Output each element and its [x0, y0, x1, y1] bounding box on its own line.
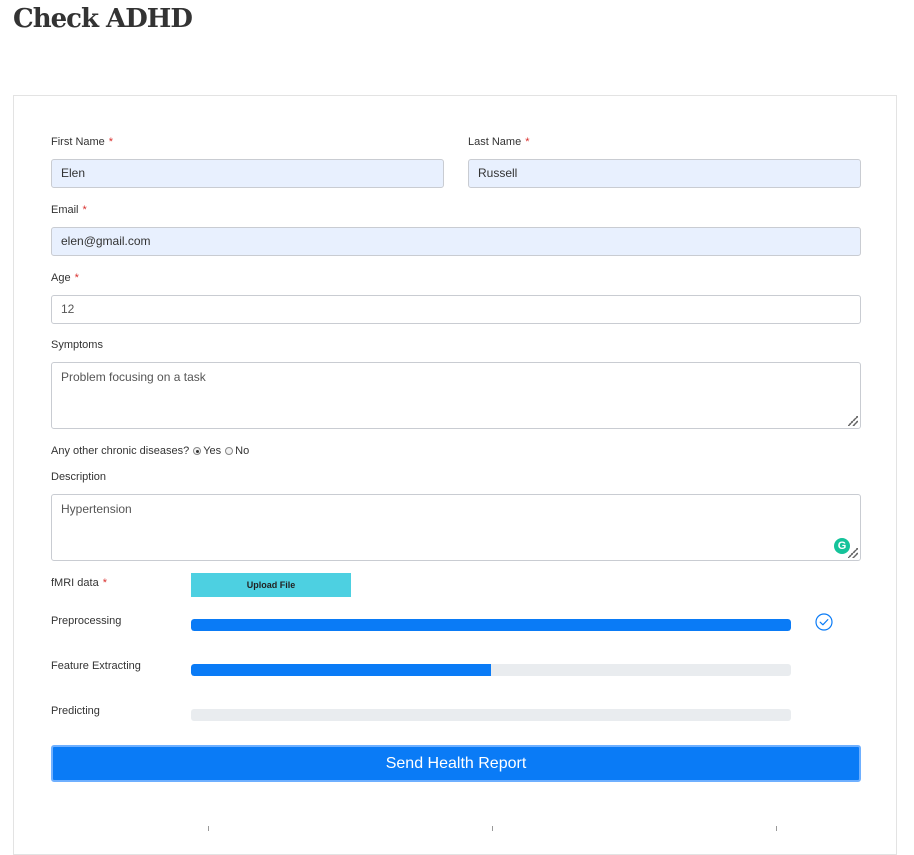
required-mark: * — [102, 577, 107, 589]
symptoms-textarea[interactable]: Problem focusing on a task — [51, 362, 861, 429]
preprocessing-progress-fill — [191, 619, 791, 631]
feature-extracting-progress-bar — [191, 664, 791, 676]
email-input[interactable]: elen@gmail.com — [51, 227, 861, 256]
divider-tick — [208, 826, 209, 831]
last-name-label-text: Last Name — [468, 136, 522, 148]
last-name-input[interactable]: Russell — [468, 159, 861, 188]
description-label: Description — [51, 471, 107, 483]
last-name-label: Last Name * — [468, 136, 529, 148]
fmri-label: fMRI data * — [51, 577, 107, 589]
symptoms-label: Symptoms — [51, 339, 103, 351]
radio-no-label: No — [235, 445, 250, 457]
required-mark: * — [525, 136, 530, 148]
email-label: Email * — [51, 204, 87, 216]
grammarly-icon[interactable]: G — [834, 538, 850, 554]
radio-yes[interactable] — [193, 447, 202, 455]
predicting-label: Predicting — [51, 705, 100, 717]
description-text: Hypertension — [61, 502, 132, 516]
required-mark: * — [82, 204, 87, 216]
send-health-report-button[interactable]: Send Health Report — [51, 745, 861, 782]
first-name-label-text: First Name — [51, 136, 105, 148]
email-label-text: Email — [51, 204, 79, 216]
divider-tick — [776, 826, 777, 831]
resize-handle-icon[interactable] — [848, 548, 858, 558]
radio-no[interactable] — [225, 447, 234, 455]
chronic-diseases-group: Any other chronic diseases? Yes No — [51, 445, 249, 457]
feature-extracting-progress-fill — [191, 664, 491, 676]
chronic-diseases-label: Any other chronic diseases? — [51, 445, 190, 457]
adhd-form-card: First Name * Elen Last Name * Russell Emai… — [13, 95, 897, 855]
fmri-label-text: fMRI data — [51, 577, 99, 589]
page-title: Check ADHD — [13, 4, 193, 34]
first-name-label: First Name * — [51, 136, 113, 148]
first-name-input[interactable]: Elen — [51, 159, 444, 188]
required-mark: * — [108, 136, 114, 148]
required-mark: * — [74, 272, 79, 284]
resize-handle-icon[interactable] — [848, 416, 858, 426]
age-input[interactable]: 12 — [51, 295, 861, 324]
radio-yes-label: Yes — [203, 445, 222, 457]
upload-file-button[interactable]: Upload File — [191, 573, 351, 597]
age-label: Age * — [51, 272, 79, 284]
feature-extracting-label: Feature Extracting — [51, 660, 141, 672]
age-label-text: Age — [51, 272, 71, 284]
divider-tick — [492, 826, 493, 831]
check-circle-icon — [815, 613, 833, 631]
symptoms-text: Problem focusing on a task — [61, 370, 206, 384]
preprocessing-label: Preprocessing — [51, 615, 122, 627]
predicting-progress-bar — [191, 709, 791, 721]
preprocessing-progress-bar — [191, 619, 791, 631]
description-textarea[interactable]: Hypertension — [51, 494, 861, 561]
